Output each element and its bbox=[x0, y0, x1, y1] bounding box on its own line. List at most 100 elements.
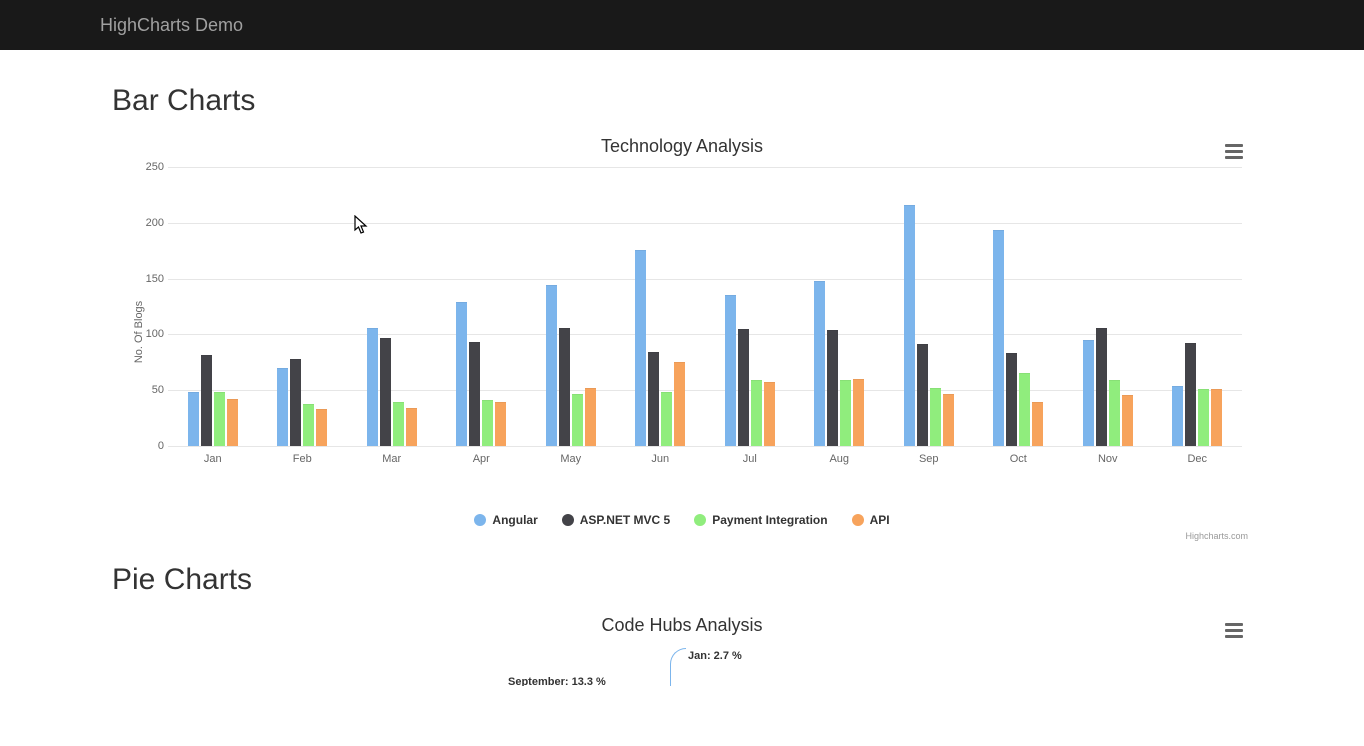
bar[interactable] bbox=[201, 355, 212, 447]
x-tick-label: May bbox=[526, 447, 616, 471]
bar[interactable] bbox=[585, 388, 596, 446]
bar[interactable] bbox=[380, 338, 391, 446]
bar[interactable] bbox=[1006, 353, 1017, 446]
chart-menu-button[interactable] bbox=[1222, 619, 1246, 641]
gridline bbox=[168, 446, 1242, 447]
bar[interactable] bbox=[316, 409, 327, 446]
bar[interactable] bbox=[393, 402, 404, 446]
bar-chart-title: Technology Analysis bbox=[112, 136, 1252, 157]
legend: Angular ASP.NET MVC 5 Payment Integration A… bbox=[112, 513, 1252, 527]
pie-plot-area[interactable]: Jan: 2.7 % September: 13.3 % bbox=[112, 646, 1252, 686]
legend-item[interactable]: ASP.NET MVC 5 bbox=[562, 513, 670, 527]
legend-label: Payment Integration bbox=[712, 513, 827, 527]
bar[interactable] bbox=[1096, 328, 1107, 446]
pie-data-label: Jan: 2.7 % bbox=[688, 650, 742, 662]
page-container: Bar Charts Technology Analysis No. Of Bl… bbox=[97, 50, 1267, 746]
section-title-pie: Pie Charts bbox=[112, 563, 1252, 597]
bar[interactable] bbox=[661, 392, 672, 446]
bar[interactable] bbox=[674, 362, 685, 446]
x-tick-label: Mar bbox=[347, 447, 437, 471]
bar[interactable] bbox=[635, 250, 646, 446]
bar[interactable] bbox=[406, 408, 417, 446]
bar[interactable] bbox=[1198, 389, 1209, 446]
bar[interactable] bbox=[853, 379, 864, 446]
legend-swatch-icon bbox=[562, 514, 574, 526]
y-tick-label: 200 bbox=[124, 217, 164, 229]
bar[interactable] bbox=[469, 342, 480, 446]
bar[interactable] bbox=[917, 344, 928, 446]
x-axis: JanFebMarAprMayJunJulAugSepOctNovDec bbox=[168, 447, 1242, 471]
bar-group bbox=[705, 167, 795, 446]
bar[interactable] bbox=[814, 281, 825, 446]
bar-group bbox=[884, 167, 974, 446]
bar[interactable] bbox=[456, 302, 467, 446]
bar[interactable] bbox=[904, 205, 915, 446]
bar[interactable] bbox=[559, 328, 570, 446]
pie-data-label: September: 13.3 % bbox=[508, 676, 606, 686]
x-tick-label: Feb bbox=[258, 447, 348, 471]
x-tick-label: Oct bbox=[974, 447, 1064, 471]
legend-item[interactable]: Payment Integration bbox=[694, 513, 827, 527]
bar[interactable] bbox=[1122, 395, 1133, 446]
bar[interactable] bbox=[495, 402, 506, 446]
chart-menu-button[interactable] bbox=[1222, 140, 1246, 162]
legend-item[interactable]: Angular bbox=[474, 513, 537, 527]
bar[interactable] bbox=[1109, 380, 1120, 446]
bar[interactable] bbox=[993, 230, 1004, 447]
x-tick-label: Sep bbox=[884, 447, 974, 471]
bar-group bbox=[437, 167, 527, 446]
chart-credits[interactable]: Highcharts.com bbox=[112, 531, 1252, 541]
bar[interactable] bbox=[764, 382, 775, 446]
legend-swatch-icon bbox=[852, 514, 864, 526]
bar-chart-card: Technology Analysis No. Of Blogs 0501001… bbox=[112, 136, 1252, 541]
legend-label: Angular bbox=[492, 513, 537, 527]
bar[interactable] bbox=[290, 359, 301, 446]
bar-chart-plot-area: No. Of Blogs 050100150200250 JanFebMarAp… bbox=[112, 167, 1252, 497]
bar[interactable] bbox=[214, 392, 225, 446]
section-title-bar: Bar Charts bbox=[112, 84, 1252, 118]
bar[interactable] bbox=[1019, 373, 1030, 446]
plot-surface[interactable]: 050100150200250 bbox=[168, 167, 1242, 447]
y-tick-label: 50 bbox=[124, 384, 164, 396]
bar[interactable] bbox=[546, 285, 557, 446]
bar[interactable] bbox=[930, 388, 941, 446]
bar[interactable] bbox=[482, 400, 493, 446]
bar[interactable] bbox=[367, 328, 378, 446]
bar[interactable] bbox=[227, 399, 238, 446]
bar[interactable] bbox=[725, 295, 736, 446]
x-tick-label: Dec bbox=[1153, 447, 1243, 471]
bar-group bbox=[168, 167, 258, 446]
bar-groups bbox=[168, 167, 1242, 446]
bar-group bbox=[795, 167, 885, 446]
bar[interactable] bbox=[648, 352, 659, 446]
y-tick-label: 250 bbox=[124, 161, 164, 173]
bar[interactable] bbox=[1185, 343, 1196, 446]
pie-chart-title: Code Hubs Analysis bbox=[112, 615, 1252, 636]
bar[interactable] bbox=[303, 404, 314, 446]
bar[interactable] bbox=[188, 392, 199, 446]
bar[interactable] bbox=[1172, 386, 1183, 446]
legend-swatch-icon bbox=[694, 514, 706, 526]
x-tick-label: Jul bbox=[705, 447, 795, 471]
x-tick-label: Aug bbox=[795, 447, 885, 471]
y-tick-label: 150 bbox=[124, 273, 164, 285]
bar[interactable] bbox=[827, 330, 838, 446]
bar[interactable] bbox=[1032, 402, 1043, 446]
bar[interactable] bbox=[277, 368, 288, 446]
pie-section: Pie Charts Code Hubs Analysis Jan: 2.7 %… bbox=[112, 563, 1252, 686]
bar-group bbox=[1063, 167, 1153, 446]
bar[interactable] bbox=[572, 394, 583, 446]
bar-group bbox=[258, 167, 348, 446]
bar-group bbox=[1153, 167, 1243, 446]
pie-chart-card: Code Hubs Analysis Jan: 2.7 % September:… bbox=[112, 615, 1252, 686]
x-tick-label: Nov bbox=[1063, 447, 1153, 471]
bar[interactable] bbox=[738, 329, 749, 446]
bar-group bbox=[974, 167, 1064, 446]
legend-item[interactable]: API bbox=[852, 513, 890, 527]
bar[interactable] bbox=[1211, 389, 1222, 446]
bar[interactable] bbox=[943, 394, 954, 446]
bar[interactable] bbox=[1083, 340, 1094, 446]
bar[interactable] bbox=[840, 380, 851, 446]
x-tick-label: Jun bbox=[616, 447, 706, 471]
bar[interactable] bbox=[751, 380, 762, 446]
